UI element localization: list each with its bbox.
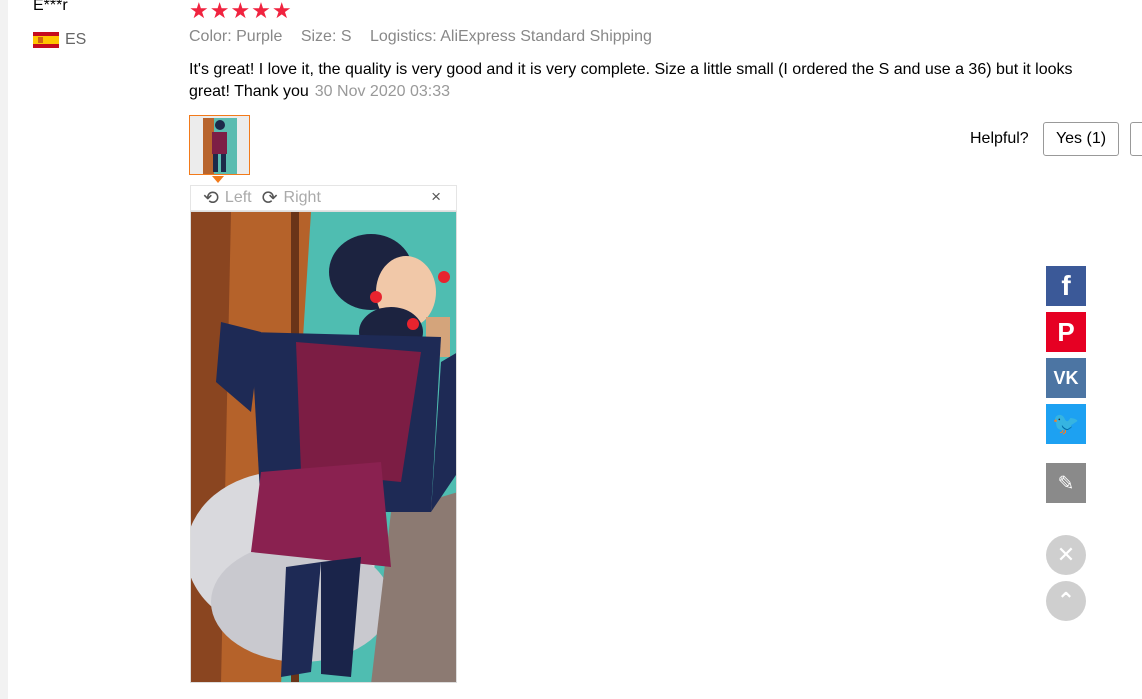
facebook-share-icon[interactable]: f	[1046, 266, 1086, 306]
rotate-left-button[interactable]: ⟲ Left	[203, 187, 252, 210]
close-circle-icon[interactable]: ✕	[1046, 535, 1086, 575]
rotate-right-button[interactable]: ⟳ Right	[262, 187, 321, 210]
pinterest-share-icon[interactable]: P	[1046, 312, 1086, 352]
edit-feedback-icon[interactable]: ✎	[1046, 463, 1086, 503]
review-meta: Color: Purple Size: S Logistics: AliExpr…	[189, 28, 666, 46]
review-date: 30 Nov 2020 03:33	[314, 83, 450, 100]
review-photo-thumbnail[interactable]	[189, 115, 250, 175]
reviewer-country: ES	[33, 31, 86, 49]
rating-stars: ★★★★★	[189, 0, 293, 23]
country-code: ES	[65, 31, 87, 48]
review-body: It's great! I love it, the quality is ve…	[189, 59, 1089, 103]
review-photo-image	[191, 212, 456, 682]
viewer-close-icon[interactable]: ×	[431, 187, 441, 207]
rotate-right-label: Right	[283, 189, 321, 206]
twitter-share-icon[interactable]: 🐦	[1046, 404, 1086, 444]
rotate-left-label: Left	[224, 189, 252, 206]
review-logistics: Logistics: AliExpress Standard Shipping	[369, 28, 652, 45]
helpful-label: Helpful?	[970, 130, 1029, 147]
helpful-no-button[interactable]	[1130, 122, 1142, 156]
reviewer-name: E***r	[33, 0, 68, 14]
thumbnail-image	[190, 116, 249, 174]
spain-flag-icon	[33, 32, 59, 48]
back-to-top-icon[interactable]: ⌃	[1046, 581, 1086, 621]
review-size: Size: S	[300, 28, 352, 45]
review-photo-large	[190, 211, 457, 683]
photo-viewer-toolbar: ⟲ Left ⟳ Right ×	[190, 185, 457, 211]
left-gutter	[0, 0, 8, 699]
review-color: Color: Purple	[189, 28, 283, 45]
thumbnail-pointer	[212, 176, 224, 183]
helpful-yes-button[interactable]: Yes (1)	[1043, 122, 1119, 156]
vk-share-icon[interactable]: VK	[1046, 358, 1086, 398]
rotate-left-icon: ⟲	[203, 187, 219, 209]
rotate-right-icon: ⟳	[261, 187, 278, 209]
